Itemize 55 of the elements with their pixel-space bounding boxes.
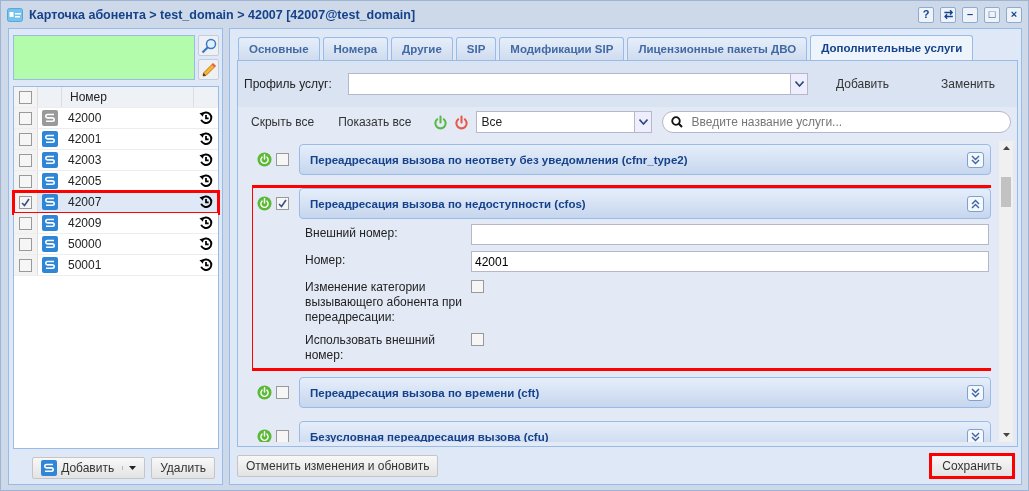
window-control-button[interactable]: □ (984, 6, 1000, 23)
service-header[interactable]: Безусловная переадресация вызова (cfu) (299, 421, 991, 442)
field-label: Внешний номер: (305, 225, 399, 241)
number-row[interactable]: 50000 (14, 234, 218, 255)
number-cell-text: 42007 (67, 195, 103, 209)
number-row[interactable]: 42007 (14, 192, 218, 213)
tab[interactable]: Основные (238, 37, 320, 60)
number-row[interactable]: 42009 (14, 213, 218, 234)
number-row[interactable]: 42001 (14, 129, 218, 150)
search-input[interactable]: Введите название услуги... (689, 112, 1010, 132)
text-input[interactable]: 42001 (471, 251, 989, 272)
tab[interactable]: Дополнительные услуги (810, 35, 974, 60)
tab[interactable]: Модификации SIP (499, 37, 625, 60)
service-header[interactable]: Переадресация вызова по недоступности (cfos) (299, 188, 991, 219)
filter-select[interactable]: Все (476, 111, 653, 133)
window-control-button[interactable]: – (962, 6, 978, 23)
search-field[interactable]: Введите название услуги... (662, 111, 1011, 133)
replace-link[interactable]: Заменить (941, 77, 995, 91)
number-cell-text: 42001 (67, 132, 103, 146)
window-control-button[interactable]: × (1006, 6, 1022, 23)
number-row[interactable]: 42003 (14, 150, 218, 171)
service-header[interactable]: Переадресация вызова по неответу без уведомления (cfnr_type2) (299, 144, 991, 175)
tab[interactable]: Номера (322, 37, 389, 60)
hide-all-link[interactable]: Скрыть все (251, 115, 315, 129)
service-title: Переадресация вызова по недоступности (cfos) (310, 197, 586, 210)
number-row[interactable]: 50001 (14, 255, 218, 276)
window-control-button[interactable]: ? (918, 6, 934, 23)
number-cell-text: 42000 (67, 111, 103, 125)
service-title: Переадресация вызова по времени (cft) (310, 386, 540, 399)
service-title: Безусловная переадресация вызова (cfu) (310, 430, 549, 442)
number-cell-text: 50001 (67, 258, 103, 272)
service-header[interactable]: Переадресация вызова по времени (cft) (299, 377, 991, 408)
number-cell-text: 42003 (67, 153, 103, 167)
show-all-link[interactable]: Показать все (338, 115, 412, 129)
tab[interactable]: Лицензионные пакеты ДВО (627, 37, 808, 60)
tab[interactable]: SIP (455, 37, 497, 60)
save-button[interactable]: Сохранить (929, 453, 1015, 479)
add-link[interactable]: Добавить (836, 77, 890, 91)
field-label: Использовать внешний номер: (305, 332, 436, 363)
number-cell-text: 50000 (67, 237, 103, 251)
window-control-button[interactable]: ⇄ (940, 6, 956, 23)
field-label: Профиль услуг: (244, 77, 333, 91)
number-cell-text: 42005 (67, 174, 103, 188)
revert-button[interactable]: Отменить изменения и обновить (237, 455, 439, 477)
tab[interactable]: Другие (391, 37, 453, 60)
delete-button[interactable]: Удалить (151, 457, 215, 479)
field-label: Номер: (305, 252, 347, 268)
filter-value: Все (481, 115, 503, 129)
service-title: Переадресация вызова по неответу без уведомления (cfnr_type2) (310, 153, 688, 166)
add-button[interactable]: Добавить (32, 457, 146, 479)
number-row[interactable]: 42000 (14, 108, 218, 129)
number-cell-text: 42009 (67, 216, 103, 230)
window-title: Карточка абонента > test_domain > 42007 [42007@test_domain] (29, 7, 417, 22)
number-row[interactable]: 42005 (14, 171, 218, 192)
field-label: Изменение категории вызывающего абонента при переадресации: (305, 279, 463, 325)
